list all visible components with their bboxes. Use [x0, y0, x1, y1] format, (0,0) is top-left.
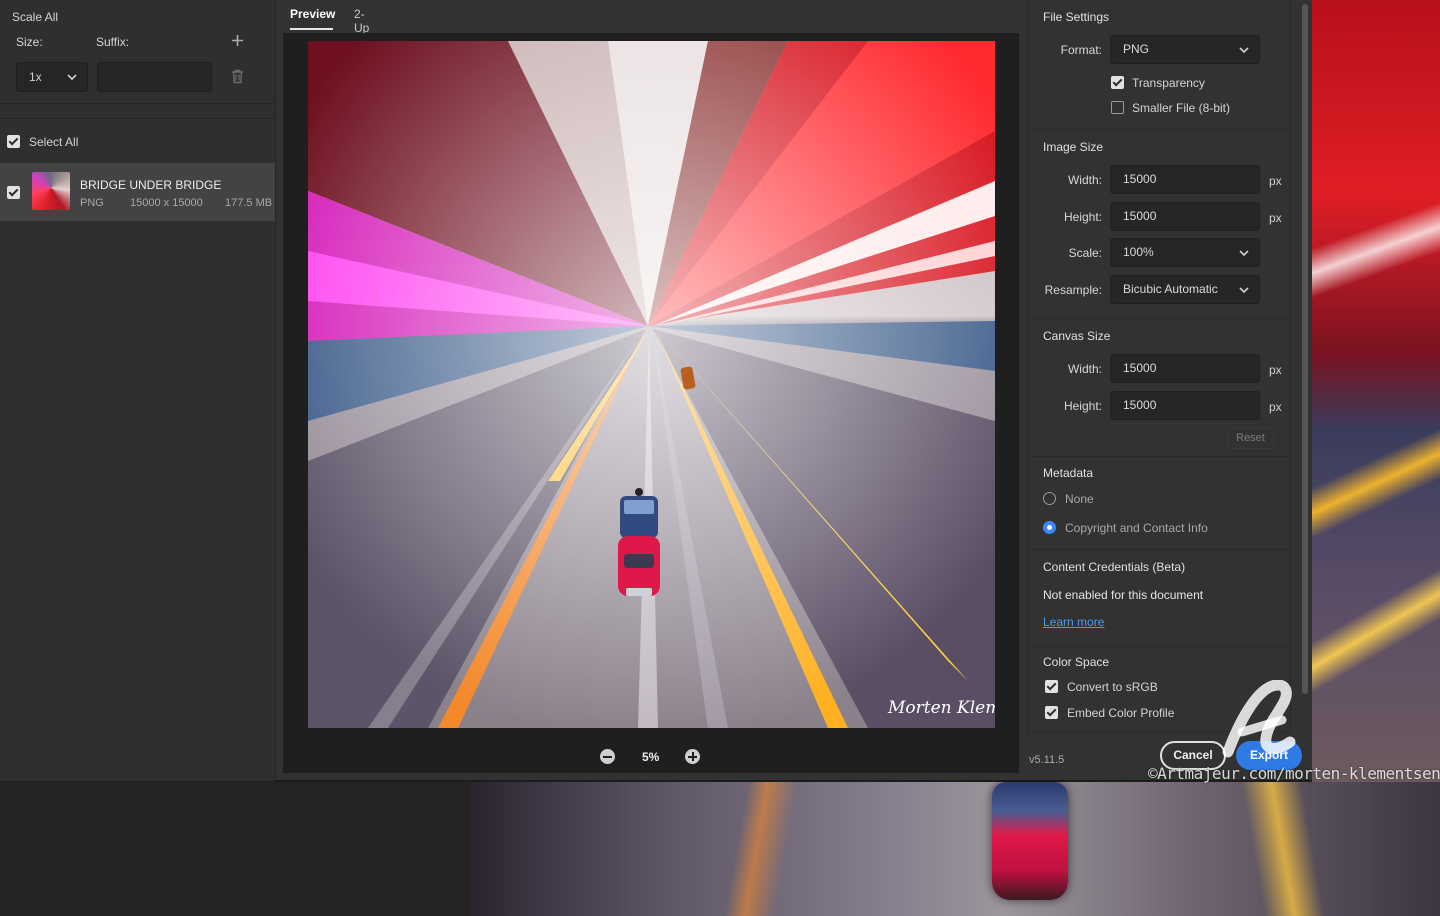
convert-srgb-label: Convert to sRGB — [1067, 680, 1158, 694]
asset-checkbox[interactable] — [7, 186, 20, 199]
canvas-width-unit: px — [1269, 363, 1282, 377]
image-size-section: Image Size Width: 15000 px Height: 15000… — [1027, 131, 1291, 319]
format-dropdown[interactable]: PNG — [1110, 35, 1260, 64]
asset-file-size: 177.5 MB — [225, 197, 273, 209]
canvas-size-title: Canvas Size — [1043, 329, 1111, 343]
convert-srgb-checkbox[interactable] — [1045, 680, 1058, 693]
metadata-section: Metadata None Copyright and Contact Info — [1027, 458, 1291, 550]
transparency-label: Transparency — [1132, 76, 1205, 90]
tab-preview[interactable]: Preview — [290, 7, 335, 21]
chevron-down-icon — [1239, 287, 1249, 294]
image-height-unit: px — [1269, 211, 1282, 225]
metadata-copyright-radio[interactable] — [1043, 521, 1056, 534]
reset-button[interactable]: Reset — [1227, 427, 1274, 449]
resample-dropdown-value: Bicubic Automatic — [1123, 282, 1218, 296]
tab-2-up[interactable]: 2-Up — [354, 7, 369, 35]
image-height-input[interactable]: 15000 — [1110, 202, 1260, 231]
suffix-input[interactable] — [97, 62, 212, 92]
format-label: Format: — [1060, 43, 1102, 57]
select-all-row[interactable]: Select All — [0, 118, 276, 162]
image-width-unit: px — [1269, 174, 1282, 188]
embed-profile-checkbox[interactable] — [1045, 706, 1058, 719]
transparency-checkbox[interactable] — [1111, 76, 1124, 89]
left-panel: Scale All Size: Suffix: 1x Select All BR — [0, 0, 276, 781]
asset-name: BRIDGE UNDER BRIDGE — [80, 178, 222, 192]
background-artwork-bottom — [470, 782, 1440, 916]
suffix-label: Suffix: — [96, 35, 130, 49]
embed-profile-label: Embed Color Profile — [1067, 706, 1175, 720]
background-artwork-right — [1312, 0, 1440, 782]
canvas-height-input[interactable]: 15000 — [1110, 391, 1260, 420]
size-dropdown-value: 1x — [29, 70, 42, 84]
resample-dropdown[interactable]: Bicubic Automatic — [1110, 275, 1260, 304]
artist-signature: Morten Klementsen — [887, 698, 995, 718]
scale-all-section: Scale All Size: Suffix: 1x — [0, 0, 276, 104]
scale-all-title: Scale All — [12, 10, 59, 24]
trash-icon[interactable] — [231, 69, 244, 84]
zoom-controls: 5% — [600, 746, 700, 768]
size-dropdown[interactable]: 1x — [16, 62, 88, 92]
metadata-title: Metadata — [1043, 466, 1094, 480]
metadata-none-radio[interactable] — [1043, 492, 1056, 505]
content-credentials-section: Content Credentials (Beta) Not enabled f… — [1027, 551, 1291, 647]
chevron-down-icon — [1239, 47, 1249, 54]
smaller-file-label: Smaller File (8-bit) — [1132, 101, 1231, 115]
canvas-width-input[interactable]: 15000 — [1110, 354, 1260, 383]
image-width-label: Width: — [1067, 173, 1102, 187]
smaller-file-checkbox[interactable] — [1111, 101, 1124, 114]
scale-label: Scale: — [1068, 246, 1102, 260]
artmajeur-logo-icon — [1222, 680, 1296, 758]
chevron-down-icon — [1239, 250, 1249, 257]
metadata-copyright-label: Copyright and Contact Info — [1065, 521, 1208, 535]
content-credentials-title: Content Credentials (Beta) — [1043, 560, 1186, 574]
file-settings-title: File Settings — [1043, 10, 1110, 24]
image-width-input[interactable]: 15000 — [1110, 165, 1260, 194]
scale-dropdown[interactable]: 100% — [1110, 238, 1260, 267]
select-all-checkbox[interactable] — [7, 135, 20, 148]
canvas-height-unit: px — [1269, 400, 1282, 414]
preview-image[interactable]: Morten Klementsen — [308, 41, 995, 728]
asset-dimensions: 15000 x 15000 — [130, 197, 203, 209]
format-dropdown-value: PNG — [1123, 42, 1150, 56]
active-tab-indicator — [290, 28, 333, 30]
metadata-none-label: None — [1065, 492, 1094, 506]
canvas-size-section: Canvas Size Width: 15000 px Height: 1500… — [1027, 320, 1291, 457]
background-dark-area — [0, 782, 470, 916]
canvas-height-label: Height: — [1063, 399, 1102, 413]
version-label: v5.11.5 — [1029, 754, 1065, 766]
canvas-width-label: Width: — [1067, 362, 1102, 376]
scale-dropdown-value: 100% — [1123, 245, 1154, 259]
size-label: Size: — [16, 35, 43, 49]
chevron-down-icon — [67, 74, 77, 81]
learn-more-link[interactable]: Learn more — [1043, 615, 1104, 629]
content-credentials-status: Not enabled for this document — [1043, 588, 1204, 602]
watermark-text: ©Artmajeur.com/morten-klementsen — [1148, 764, 1440, 783]
export-dialog: Scale All Size: Suffix: 1x Select All BR — [0, 0, 1312, 781]
settings-panel: File Settings Format: PNG Transparency S… — [1027, 0, 1297, 781]
list-item[interactable]: BRIDGE UNDER BRIDGE PNG 15000 x 15000 17… — [0, 163, 275, 221]
zoom-in-icon[interactable] — [685, 749, 700, 764]
settings-scrollbar[interactable] — [1300, 0, 1310, 700]
image-size-title: Image Size — [1043, 140, 1104, 154]
zoom-out-icon[interactable] — [600, 749, 615, 764]
select-all-label: Select All — [29, 135, 79, 149]
file-settings-section: File Settings Format: PNG Transparency S… — [1027, 0, 1291, 130]
asset-format: PNG — [80, 197, 104, 209]
plus-icon[interactable] — [231, 34, 244, 47]
asset-thumbnail — [32, 172, 70, 210]
zoom-level: 5% — [642, 750, 660, 764]
image-height-label: Height: — [1063, 210, 1102, 224]
background-car — [992, 782, 1068, 900]
resample-label: Resample: — [1044, 283, 1102, 297]
color-space-title: Color Space — [1043, 655, 1110, 669]
